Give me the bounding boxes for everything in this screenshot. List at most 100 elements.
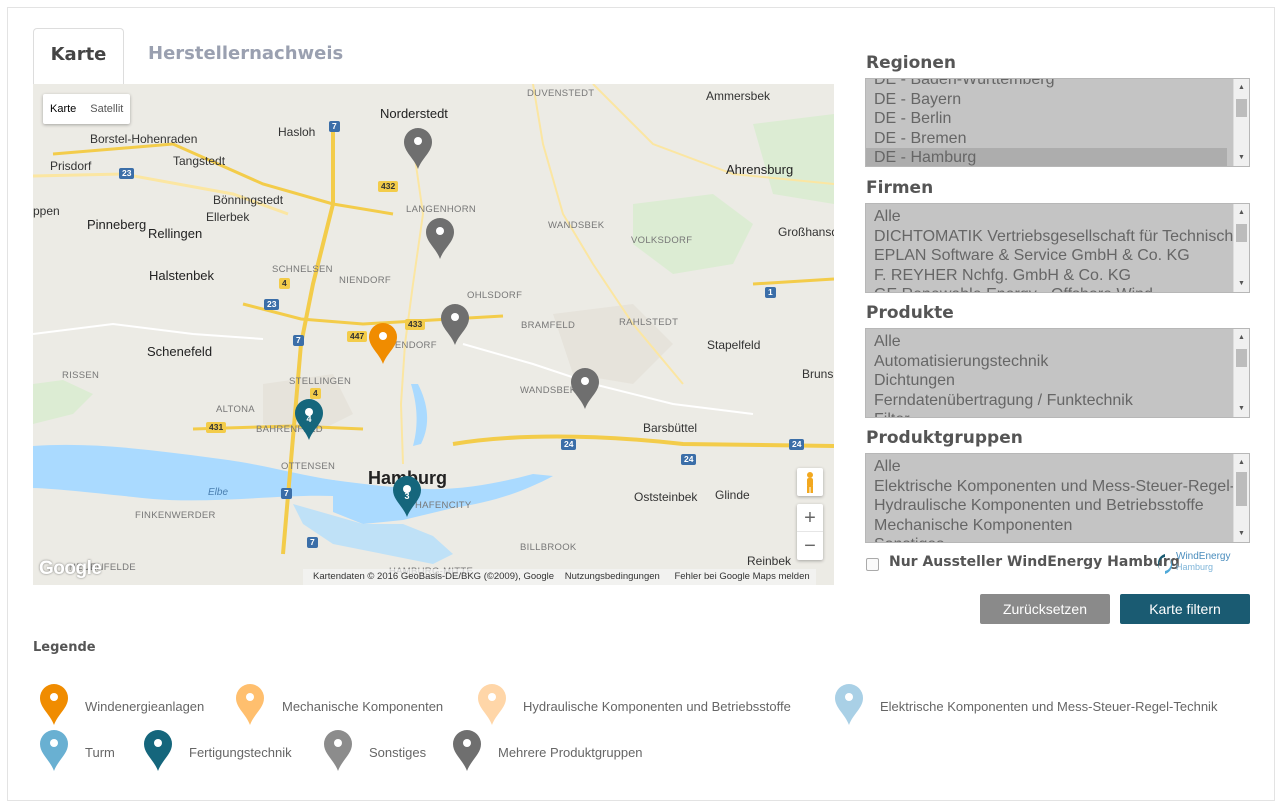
- listbox-option[interactable]: Alle: [866, 332, 1249, 352]
- scroll-down-icon[interactable]: ▼: [1234, 151, 1249, 164]
- windenergy-hamburg-logo: WindEnergy Hamburg: [1154, 550, 1230, 578]
- produkte-listbox[interactable]: Alle Automatisierungstechnik Dichtungen …: [865, 328, 1250, 418]
- listbox-option[interactable]: F. REYHER Nchfg. GmbH & Co. KG: [866, 266, 1249, 286]
- legend-label: Sonstiges: [369, 745, 427, 760]
- legend-pin-icon: [39, 684, 69, 726]
- map-place: Ammersbek: [706, 89, 771, 103]
- scrollbar[interactable]: ▲ ▼: [1233, 79, 1249, 166]
- zoom-in-button[interactable]: +: [797, 504, 823, 532]
- map-place: Tangstedt: [173, 154, 226, 168]
- map-type-satellit[interactable]: Satellit: [83, 94, 130, 124]
- road-shield: 7: [281, 488, 292, 499]
- firmen-listbox[interactable]: Alle DICHTOMATIK Vertriebsgesellschaft f…: [865, 203, 1250, 293]
- road-shield: 4: [279, 278, 290, 289]
- legend-label: Mehrere Produktgruppen: [498, 745, 643, 760]
- tab-karte[interactable]: Karte: [33, 28, 124, 84]
- map-place: LANGENHORN: [406, 204, 477, 215]
- pegman-icon[interactable]: [797, 468, 823, 496]
- map-pin[interactable]: 3: [392, 476, 422, 518]
- scrollbar[interactable]: ▲ ▼: [1233, 204, 1249, 292]
- listbox-option[interactable]: Alle: [866, 457, 1249, 477]
- scroll-down-icon[interactable]: ▼: [1234, 277, 1249, 290]
- map-pin[interactable]: [368, 323, 398, 365]
- scroll-up-icon[interactable]: ▲: [1234, 81, 1249, 94]
- map-place: Schenefeld: [147, 344, 213, 359]
- scroll-up-icon[interactable]: ▲: [1234, 206, 1249, 219]
- windenergy-checkbox[interactable]: [866, 558, 879, 571]
- map-place: Bönningstedt: [213, 193, 284, 207]
- map-place: RISSEN: [62, 370, 100, 381]
- legend-label: Fertigungstechnik: [189, 745, 292, 760]
- scroll-down-icon[interactable]: ▼: [1234, 402, 1249, 415]
- windenergy-checkbox-label[interactable]: Nur Aussteller WindEnergy Hamburg: [889, 554, 1180, 570]
- google-logo[interactable]: Google: [39, 558, 102, 580]
- road-shield: 23: [264, 299, 280, 310]
- listbox-option[interactable]: Hydraulische Komponenten und Betriebssto…: [866, 496, 1249, 516]
- listbox-option[interactable]: Automatisierungstechnik: [866, 352, 1249, 372]
- map-place: OTTENSEN: [281, 461, 336, 472]
- map-pin[interactable]: [425, 218, 455, 260]
- scroll-up-icon[interactable]: ▲: [1234, 331, 1249, 344]
- map-pin[interactable]: [403, 128, 433, 170]
- map-place: ALTONA: [216, 404, 255, 415]
- map-place: Brunsl: [802, 367, 834, 381]
- report-link[interactable]: Fehler bei Google Maps melden: [674, 571, 809, 582]
- map-place: Glinde: [715, 488, 750, 502]
- road-shield: 24: [561, 439, 577, 450]
- tab-herstellernachweis[interactable]: Herstellernachweis: [148, 28, 343, 84]
- windenergy-logo-line2: Hamburg: [1176, 562, 1214, 572]
- legend-label: Elektrische Komponenten und Mess-Steuer-…: [880, 699, 1218, 714]
- map-place: HAFENCITY: [415, 500, 472, 511]
- produktgruppen-listbox[interactable]: Alle Elektrische Komponenten und Mess-St…: [865, 453, 1250, 543]
- listbox-option[interactable]: Dichtungen: [866, 371, 1249, 391]
- legend-label: Mechanische Komponenten: [282, 699, 444, 714]
- map[interactable]: Karte Satellit Norderstedt Ammersbek Has…: [33, 84, 834, 585]
- listbox-option[interactable]: Mechanische Komponenten: [866, 516, 1249, 536]
- produkte-heading: Produkte: [866, 303, 954, 323]
- map-type-karte[interactable]: Karte: [43, 94, 83, 124]
- listbox-option[interactable]: DE - Bremen: [866, 129, 1249, 149]
- listbox-option[interactable]: Filter: [866, 410, 1249, 417]
- map-place: STELLINGEN: [289, 376, 352, 387]
- filter-map-button[interactable]: Karte filtern: [1120, 594, 1250, 624]
- terms-link[interactable]: Nutzungsbedingungen: [565, 571, 660, 582]
- listbox-option[interactable]: Sonstiges: [866, 535, 1249, 542]
- map-place: Rellingen: [148, 226, 203, 241]
- map-pin[interactable]: [440, 304, 470, 346]
- listbox-option[interactable]: DE - Baden-Württemberg: [866, 79, 1249, 90]
- windenergy-logo-line1: WindEnergy: [1176, 551, 1231, 562]
- scroll-down-icon[interactable]: ▼: [1234, 527, 1249, 540]
- regionen-listbox[interactable]: DE - Baden-Württemberg DE - Bayern DE - …: [865, 78, 1250, 167]
- windenergy-logo-icon: [1157, 554, 1173, 574]
- legend-pin-icon: [235, 684, 265, 726]
- scrollbar[interactable]: ▲ ▼: [1233, 454, 1249, 542]
- map-place: DUVENSTEDT: [527, 88, 595, 99]
- listbox-option[interactable]: DICHTOMATIK Vertriebsgesellschaft für Te…: [866, 227, 1249, 247]
- map-place: Ahrensburg: [726, 162, 794, 177]
- listbox-option[interactable]: DE - Berlin: [866, 109, 1249, 129]
- reset-button[interactable]: Zurücksetzen: [980, 594, 1110, 624]
- map-attribution: Kartendaten © 2016 GeoBasis-DE/BKG (©200…: [303, 569, 816, 585]
- map-place: NIENDORF: [339, 275, 392, 286]
- road-shield: 7: [307, 537, 318, 548]
- map-place: WANDSBEK: [548, 220, 605, 231]
- road-shield: 7: [293, 335, 304, 346]
- map-place: Stapelfeld: [707, 338, 761, 352]
- map-place: BRAMFELD: [521, 320, 576, 331]
- listbox-option[interactable]: GE Renewable Energy - Offshore Wind: [866, 285, 1249, 292]
- scroll-up-icon[interactable]: ▲: [1234, 456, 1249, 469]
- map-place: Borstel-Hohenraden: [90, 132, 198, 146]
- map-pin[interactable]: [570, 368, 600, 410]
- road-shield: 1: [765, 287, 776, 298]
- listbox-option[interactable]: EPLAN Software & Service GmbH & Co. KG: [866, 246, 1249, 266]
- listbox-option[interactable]: Elektrische Komponenten und Mess-Steuer-…: [866, 477, 1249, 497]
- road-shield: 447: [347, 331, 368, 342]
- listbox-option[interactable]: Alle: [866, 207, 1249, 227]
- listbox-option[interactable]: DE - Bayern: [866, 90, 1249, 110]
- listbox-option-selected[interactable]: DE - Hamburg: [866, 148, 1227, 166]
- map-type-control: Karte Satellit: [43, 94, 131, 124]
- scrollbar[interactable]: ▲ ▼: [1233, 329, 1249, 417]
- listbox-option[interactable]: Ferndatenübertragung / Funktechnik: [866, 391, 1249, 411]
- zoom-out-button[interactable]: −: [797, 532, 823, 560]
- map-pin[interactable]: 4: [294, 399, 324, 441]
